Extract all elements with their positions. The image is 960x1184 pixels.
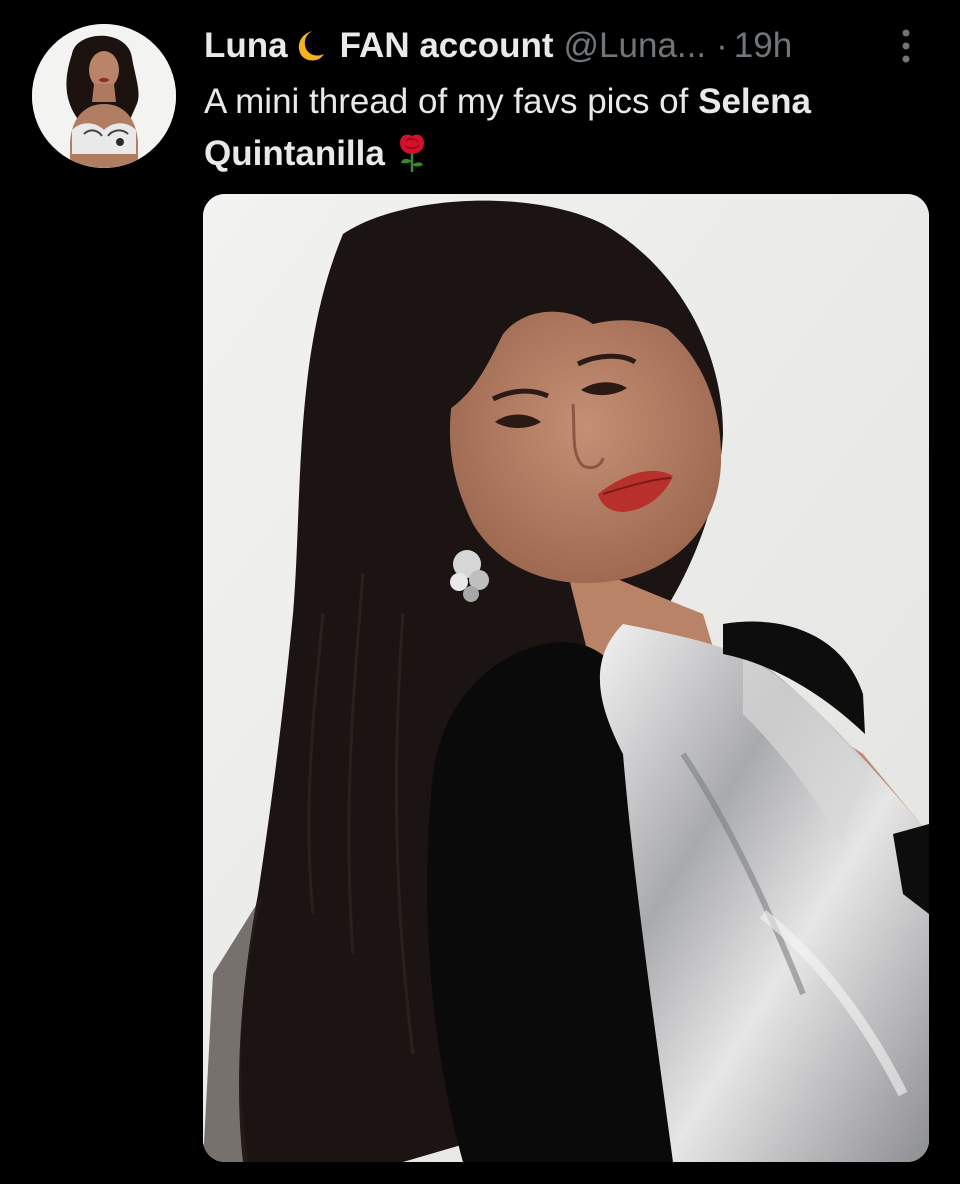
display-name[interactable]: Luna FAN account (204, 20, 554, 72)
avatar-image (32, 24, 176, 168)
tweet[interactable]: Luna FAN account @Luna... · 19h A mini t… (0, 0, 960, 1184)
user-handle[interactable]: @Luna... (564, 20, 707, 72)
display-name-text: Luna (204, 26, 288, 65)
separator-dot: · (716, 26, 728, 65)
display-name-suffix: FAN account (339, 26, 554, 65)
crescent-moon-emoji-icon (298, 31, 324, 61)
red-rose-emoji-icon (399, 134, 424, 172)
photo-image (203, 194, 929, 1162)
tweet-header: Luna FAN account @Luna... · 19h (204, 20, 792, 72)
timestamp[interactable]: 19h (734, 20, 792, 72)
tweet-photo[interactable] (203, 194, 929, 1162)
vertical-dots-icon[interactable] (894, 26, 918, 66)
avatar[interactable] (32, 24, 176, 168)
tweet-text-plain: A mini thread of my favs pics of (204, 82, 699, 121)
tweet-text: A mini thread of my favs pics of Selena … (204, 76, 924, 180)
